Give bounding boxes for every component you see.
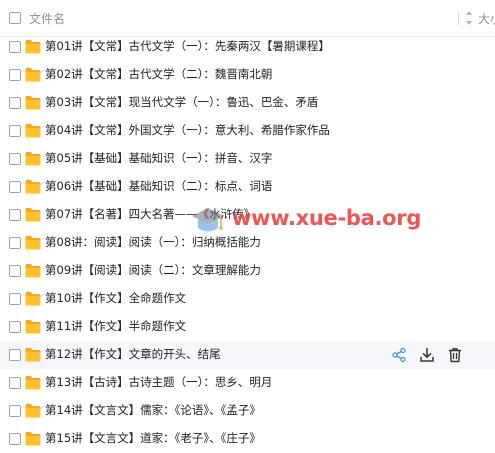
file-row[interactable]: 第08讲：阅读】阅读（一）：归纳概括能力 [0, 229, 495, 257]
select-all-checkbox[interactable] [9, 12, 21, 24]
file-list-header: 文件名 大小 [0, 0, 495, 37]
file-row[interactable]: 第01讲【文常】古代文学（一）：先秦两汉【暑期课程】 [0, 33, 495, 61]
folder-icon [25, 124, 41, 138]
folder-icon [25, 236, 41, 250]
row-checkbox[interactable] [9, 321, 21, 333]
file-row[interactable]: 第12讲【作文】文章的开头、结尾 [0, 341, 495, 369]
file-row[interactable]: 第14讲【文言文】儒家：《论语》、《孟子》 [0, 397, 495, 425]
folder-icon [25, 68, 41, 82]
file-name[interactable]: 第04讲【文常】外国文学（一）：意大利、希腊作家作品 [45, 123, 330, 138]
file-row[interactable]: 第15讲【文言文】道家：《老子》、《庄子》 [0, 425, 495, 453]
row-checkbox[interactable] [9, 69, 21, 81]
file-row[interactable]: 第11讲【作文】半命题作文 [0, 313, 495, 341]
row-checkbox[interactable] [9, 41, 21, 53]
file-name[interactable]: 第02讲【文常】古代文学（二）：魏晋南北朝 [45, 67, 272, 82]
file-name[interactable]: 第12讲【作文】文章的开头、结尾 [45, 347, 221, 362]
folder-icon [25, 180, 41, 194]
file-row[interactable]: 第10讲【作文】全命题作文 [0, 285, 495, 313]
file-name[interactable]: 第06讲【基础】基础知识（二）：标点、词语 [45, 179, 272, 194]
file-row[interactable]: 第03讲【文常】现当代文学（一）：鲁迅、巴金、矛盾 [0, 89, 495, 117]
row-checkbox[interactable] [9, 181, 21, 193]
row-checkbox[interactable] [9, 209, 21, 221]
row-checkbox[interactable] [9, 433, 21, 445]
folder-icon [25, 348, 41, 362]
column-header-size[interactable]: 大小 [478, 10, 495, 27]
folder-icon [25, 40, 41, 54]
row-checkbox[interactable] [9, 97, 21, 109]
file-row[interactable]: 第13讲【古诗】古诗主题（一）：思乡、明月 [0, 369, 495, 397]
folder-icon [25, 152, 41, 166]
row-checkbox[interactable] [9, 237, 21, 249]
file-name[interactable]: 第09讲【阅读】阅读（二）：文章理解能力 [45, 263, 261, 278]
download-icon[interactable] [419, 347, 435, 363]
folder-icon [25, 264, 41, 278]
file-name[interactable]: 第01讲【文常】古代文学（一）：先秦两汉【暑期课程】 [45, 39, 330, 54]
delete-icon[interactable] [447, 347, 463, 363]
folder-icon [25, 96, 41, 110]
row-checkbox[interactable] [9, 153, 21, 165]
column-divider [458, 12, 459, 25]
folder-icon [25, 404, 41, 418]
file-name[interactable]: 第07讲【名著】四大名著——《水浒传》 [45, 207, 255, 222]
file-name[interactable]: 第15讲【文言文】道家：《老子》、《庄子》 [45, 431, 261, 446]
file-name[interactable]: 第11讲【作文】半命题作文 [45, 319, 186, 334]
row-checkbox[interactable] [9, 405, 21, 417]
file-name[interactable]: 第13讲【古诗】古诗主题（一）：思乡、明月 [45, 375, 272, 390]
row-checkbox[interactable] [9, 125, 21, 137]
column-header-name[interactable]: 文件名 [29, 10, 65, 27]
sort-icon[interactable] [464, 9, 474, 27]
file-row[interactable]: 第04讲【文常】外国文学（一）：意大利、希腊作家作品 [0, 117, 495, 145]
share-icon[interactable] [391, 347, 407, 363]
folder-icon [25, 320, 41, 334]
row-checkbox[interactable] [9, 265, 21, 277]
file-name[interactable]: 第14讲【文言文】儒家：《论语》、《孟子》 [45, 403, 261, 418]
file-name[interactable]: 第08讲：阅读】阅读（一）：归纳概括能力 [45, 235, 261, 250]
folder-icon [25, 432, 41, 446]
file-name[interactable]: 第03讲【文常】现当代文学（一）：鲁迅、巴金、矛盾 [45, 95, 318, 110]
row-checkbox[interactable] [9, 349, 21, 361]
row-checkbox[interactable] [9, 293, 21, 305]
file-row[interactable]: 第02讲【文常】古代文学（二）：魏晋南北朝 [0, 61, 495, 89]
file-row[interactable]: 第05讲【基础】基础知识（一）：拼音、汉字 [0, 145, 495, 173]
file-row[interactable]: 第07讲【名著】四大名著——《水浒传》 [0, 201, 495, 229]
file-name[interactable]: 第05讲【基础】基础知识（一）：拼音、汉字 [45, 151, 272, 166]
row-checkbox[interactable] [9, 377, 21, 389]
folder-icon [25, 376, 41, 390]
file-row[interactable]: 第09讲【阅读】阅读（二）：文章理解能力 [0, 257, 495, 285]
file-row[interactable]: 第06讲【基础】基础知识（二）：标点、词语 [0, 173, 495, 201]
folder-icon [25, 208, 41, 222]
folder-icon [25, 292, 41, 306]
file-name[interactable]: 第10讲【作文】全命题作文 [45, 291, 186, 306]
